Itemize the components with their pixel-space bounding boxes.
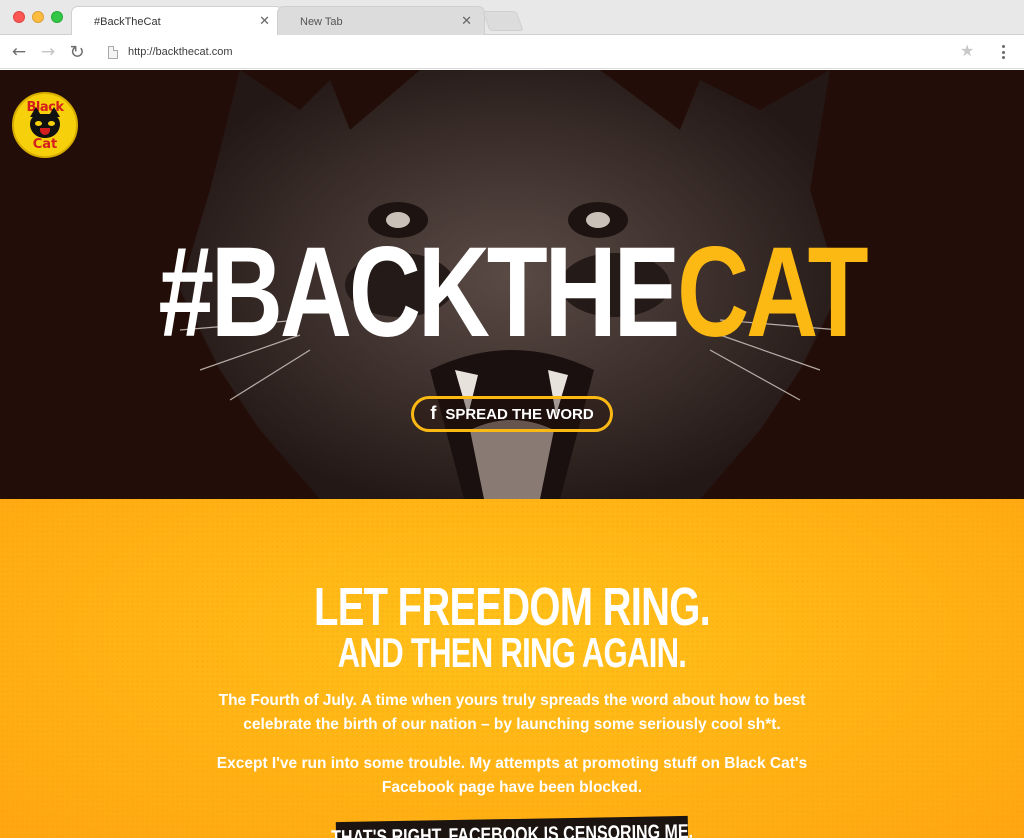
logo-cat-icon bbox=[30, 107, 60, 138]
facebook-icon: f bbox=[430, 403, 437, 423]
intro-heading: LET FREEDOM RING. bbox=[314, 577, 711, 637]
tab-new-tab[interactable]: New Tab ✕ bbox=[278, 7, 484, 36]
url-text: http://backthecat.com bbox=[128, 46, 233, 58]
black-cat-logo[interactable]: Black Cat bbox=[12, 92, 78, 158]
back-arrow-icon[interactable]: ← bbox=[8, 41, 30, 63]
new-tab-button[interactable] bbox=[482, 11, 524, 31]
logo-text-black: Black bbox=[26, 100, 65, 115]
intro-subheading: AND THEN RING AGAIN. bbox=[337, 629, 687, 676]
minimize-window-button[interactable] bbox=[32, 11, 44, 23]
hero-section: Black Cat #BACKTHECAT f SPREAD THE WORD bbox=[0, 70, 1024, 499]
tab-title: #BackTheCat bbox=[94, 15, 161, 28]
tab-backthecat[interactable]: #BackTheCat ✕ bbox=[72, 7, 282, 36]
spread-the-word-button[interactable]: f SPREAD THE WORD bbox=[411, 396, 613, 432]
censoring-banner: THAT'S RIGHT. FACEBOOK IS CENSORING ME. bbox=[331, 815, 693, 838]
forward-arrow-icon[interactable]: → bbox=[37, 41, 59, 63]
hero-title-white: #BACKTHE bbox=[158, 221, 680, 364]
reload-icon[interactable]: ↻ bbox=[66, 41, 88, 63]
tab-strip: #BackTheCat ✕ New Tab ✕ bbox=[0, 0, 1024, 36]
zoom-window-button[interactable] bbox=[51, 11, 63, 23]
tab-title: New Tab bbox=[300, 15, 343, 28]
hero-title-yellow: CAT bbox=[677, 221, 869, 364]
close-tab-icon[interactable]: ✕ bbox=[259, 14, 270, 29]
intro-paragraph-1: The Fourth of July. A time when yours tr… bbox=[218, 692, 806, 733]
close-tab-icon[interactable]: ✕ bbox=[461, 14, 472, 29]
censoring-banner-text: THAT'S RIGHT. FACEBOOK IS CENSORING ME. bbox=[330, 820, 694, 838]
logo-text-cat: Cat bbox=[32, 137, 58, 152]
address-bar[interactable]: http://backthecat.com bbox=[100, 39, 984, 65]
browser-window: #BackTheCat ✕ New Tab ✕ ← → ↻ http://bac… bbox=[0, 0, 1024, 838]
intro-paragraph-2: Except I've run into some trouble. My at… bbox=[216, 755, 808, 796]
hero-title: #BACKTHECAT bbox=[113, 228, 912, 358]
bookmark-star-icon[interactable]: ★ bbox=[960, 41, 974, 60]
intro-section: LET FREEDOM RING. AND THEN RING AGAIN. T… bbox=[0, 499, 1024, 838]
spread-the-word-label: SPREAD THE WORD bbox=[445, 405, 594, 423]
close-window-button[interactable] bbox=[13, 11, 25, 23]
page-icon bbox=[108, 45, 118, 59]
menu-kebab-icon[interactable] bbox=[996, 42, 1010, 62]
browser-toolbar: ← → ↻ http://backthecat.com ★ bbox=[0, 35, 1024, 69]
